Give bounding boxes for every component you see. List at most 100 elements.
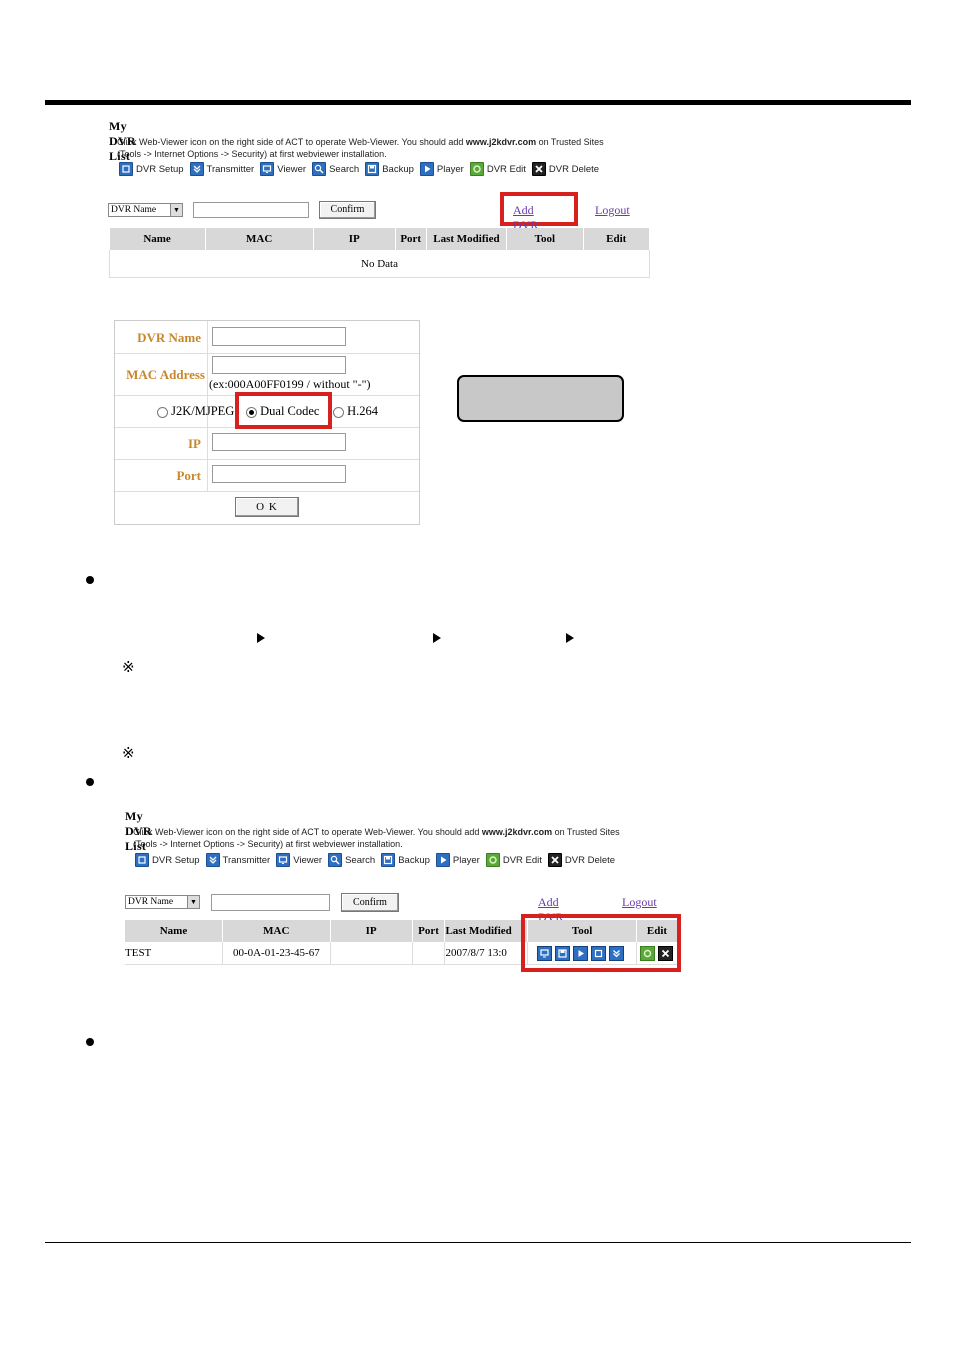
column-header: Port xyxy=(412,920,446,942)
dvr-table: Name MAC IP Port Last Modified Tool Edit… xyxy=(109,228,650,278)
tool-edit-highlight xyxy=(521,914,681,972)
column-header: Name xyxy=(125,920,223,942)
table-row: No Data xyxy=(109,250,650,278)
column-header: IP xyxy=(330,920,413,942)
column-header: Edit xyxy=(583,228,650,250)
footer-rule xyxy=(45,1242,911,1243)
transmitter-icon xyxy=(205,853,220,867)
note-text: (Tools -> Internet Options -> Security) … xyxy=(117,149,387,159)
player-icon xyxy=(435,853,450,867)
cell-last-modified: 2007/8/7 13:0 xyxy=(444,942,529,965)
empty-state: No Data xyxy=(109,250,650,278)
backup-icon xyxy=(365,162,380,176)
arrow-right-icon xyxy=(566,633,574,643)
radio-icon xyxy=(157,406,168,418)
cell-port xyxy=(412,942,446,965)
port-field[interactable] xyxy=(212,465,346,483)
column-header: Port xyxy=(395,228,427,250)
dual-codec-highlight xyxy=(235,392,332,429)
dvr-name-row: DVR Name xyxy=(115,321,419,354)
filter-input[interactable] xyxy=(211,894,330,911)
legend-dvr-delete: DVR Delete xyxy=(547,853,615,867)
bullet xyxy=(86,778,94,786)
ip-label: IP xyxy=(188,436,201,451)
transmitter-icon xyxy=(189,162,204,176)
column-header: Name xyxy=(109,228,206,250)
legend-search: Search xyxy=(328,853,375,867)
note-text: Click Web-Viewer icon on the right side … xyxy=(117,137,466,147)
logout-link[interactable]: Logout xyxy=(622,895,657,910)
mac-hint: (ex:000A00FF0199 / without "-") xyxy=(209,377,371,391)
cell-mac: 00-0A-01-23-45-67 xyxy=(222,942,331,965)
note-text: (Tools -> Internet Options -> Security) … xyxy=(133,839,403,849)
dvr-delete-icon xyxy=(547,853,562,867)
column-header: Last Modified xyxy=(426,228,508,250)
legend-player: Player xyxy=(435,853,480,867)
filter-select[interactable]: DVR Name ▼ xyxy=(125,895,200,909)
legend-dvr-edit: DVR Edit xyxy=(469,162,526,176)
note-site: www.j2kdvr.com xyxy=(465,137,537,147)
confirm-button[interactable]: Confirm xyxy=(341,893,399,912)
codec-option-j2k[interactable]: J2K/MJPEG xyxy=(157,404,234,419)
cell-ip xyxy=(330,942,413,965)
dvr-edit-icon xyxy=(485,853,500,867)
icon-legend: DVR Setup Transmitter Viewer Search Back… xyxy=(135,853,621,867)
ok-button[interactable]: O K xyxy=(235,497,299,517)
legend-viewer: Viewer xyxy=(276,853,322,867)
column-header: Last Modified xyxy=(444,920,529,942)
reference-mark: ※ xyxy=(122,746,135,762)
legend-dvr-edit: DVR Edit xyxy=(485,853,542,867)
column-header: MAC xyxy=(205,228,314,250)
column-header: IP xyxy=(313,228,396,250)
filter-input[interactable] xyxy=(193,202,309,218)
dvr-setup-icon xyxy=(135,853,149,867)
search-icon xyxy=(312,162,327,176)
callout-box xyxy=(457,375,624,422)
viewer-icon xyxy=(260,162,275,176)
mac-address-field[interactable] xyxy=(212,356,346,374)
viewer-icon xyxy=(276,853,291,867)
legend-player: Player xyxy=(419,162,464,176)
legend-viewer: Viewer xyxy=(260,162,306,176)
legend-transmitter: Transmitter xyxy=(189,162,254,176)
bullet xyxy=(86,1038,94,1046)
legend-dvr-setup: DVR Setup xyxy=(119,162,184,176)
port-row: Port xyxy=(115,459,419,492)
player-icon xyxy=(419,162,434,176)
legend-backup: Backup xyxy=(381,853,430,867)
note-text: on Trusted Sites xyxy=(536,137,604,147)
trusted-sites-note: Click Web-Viewer icon on the right side … xyxy=(133,826,673,850)
backup-icon xyxy=(381,853,396,867)
reference-mark: ※ xyxy=(122,660,135,676)
add-dvr-highlight xyxy=(500,192,578,226)
legend-dvr-setup: DVR Setup xyxy=(135,853,200,867)
header-rule xyxy=(45,100,911,105)
confirm-button[interactable]: Confirm xyxy=(319,201,376,219)
arrow-right-icon xyxy=(257,633,265,643)
legend-transmitter: Transmitter xyxy=(205,853,270,867)
dvr-setup-icon xyxy=(119,162,133,176)
dvr-delete-icon xyxy=(531,162,546,176)
codec-option-h264[interactable]: H.264 xyxy=(333,404,378,419)
column-header: Tool xyxy=(506,228,584,250)
search-icon xyxy=(328,853,343,867)
mac-address-label: MAC Address xyxy=(126,367,205,382)
ip-row: IP xyxy=(115,427,419,460)
legend-backup: Backup xyxy=(365,162,414,176)
note-text: on Trusted Sites xyxy=(552,827,620,837)
arrow-right-icon xyxy=(433,633,441,643)
cell-name: TEST xyxy=(125,942,223,965)
note-text: Click Web-Viewer icon on the right side … xyxy=(133,827,482,837)
logout-link[interactable]: Logout xyxy=(595,203,630,218)
dvr-name-label: DVR Name xyxy=(137,330,201,345)
legend-search: Search xyxy=(312,162,359,176)
column-header: MAC xyxy=(222,920,331,942)
mac-row: MAC Address (ex:000A00FF0199 / without "… xyxy=(115,353,419,396)
chevron-down-icon: ▼ xyxy=(187,896,199,908)
filter-select[interactable]: DVR Name ▼ xyxy=(108,203,183,217)
ip-field[interactable] xyxy=(212,433,346,451)
dvr-name-field[interactable] xyxy=(212,327,346,346)
trusted-sites-note: Click Web-Viewer icon on the right side … xyxy=(117,136,657,160)
legend-dvr-delete: DVR Delete xyxy=(531,162,599,176)
chevron-down-icon: ▼ xyxy=(170,204,182,216)
